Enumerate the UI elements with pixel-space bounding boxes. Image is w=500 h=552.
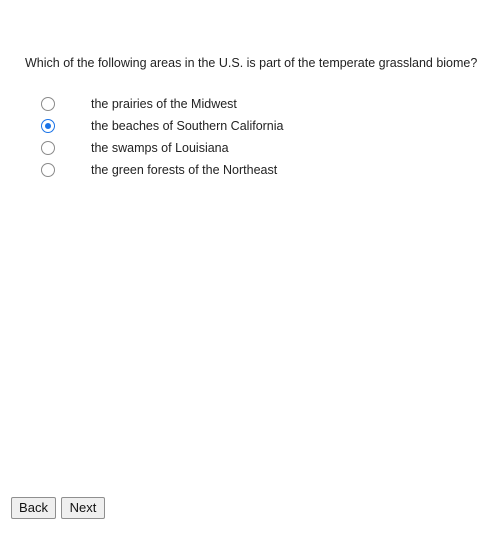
radio-button[interactable] [41,119,55,133]
next-button[interactable]: Next [61,497,105,519]
radio-button[interactable] [41,141,55,155]
option-label: the prairies of the Midwest [91,97,237,111]
answer-option[interactable]: the prairies of the Midwest [41,93,284,115]
radio-button[interactable] [41,163,55,177]
option-label: the green forests of the Northeast [91,163,278,177]
answer-option[interactable]: the beaches of Southern California [41,115,284,137]
back-button[interactable]: Back [11,497,56,519]
answer-option[interactable]: the green forests of the Northeast [41,159,284,181]
answer-options: the prairies of the Midwest the beaches … [41,93,284,181]
option-label: the swamps of Louisiana [91,141,229,155]
question-text: Which of the following areas in the U.S.… [25,56,478,70]
option-label: the beaches of Southern California [91,119,284,133]
answer-option[interactable]: the swamps of Louisiana [41,137,284,159]
radio-button[interactable] [41,97,55,111]
